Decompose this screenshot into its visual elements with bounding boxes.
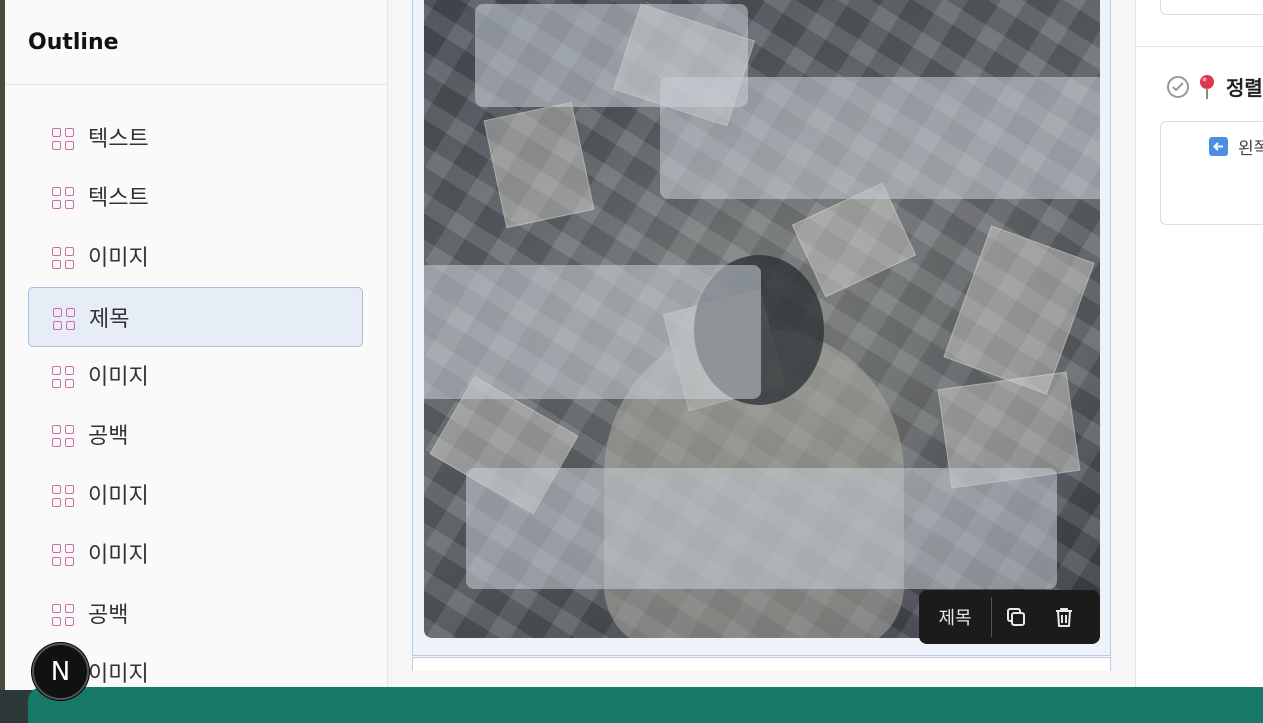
photo-paper xyxy=(943,225,1095,395)
outline-item-label: 텍스트 xyxy=(88,127,149,152)
copy-icon xyxy=(1007,608,1025,626)
align-section-heading: 정렬 xyxy=(1166,72,1263,101)
image-block[interactable] xyxy=(424,0,1100,638)
outline-item-label: 공백 xyxy=(88,603,129,628)
photo-paper xyxy=(791,182,917,298)
next-dev-badge[interactable]: N xyxy=(32,643,89,700)
outline-item[interactable]: 이미지 xyxy=(28,226,363,286)
badge-letter: N xyxy=(50,656,71,687)
outline-item[interactable]: 공백 xyxy=(28,404,363,464)
outline-item[interactable]: 이미지 xyxy=(28,464,363,524)
align-left-label: 왼쪽 xyxy=(1238,139,1263,159)
align-options-box: 왼쪽 xyxy=(1160,121,1263,225)
block-toolbar: 제목 xyxy=(919,590,1100,644)
next-block-frame[interactable] xyxy=(412,657,1111,671)
block-type-label: 제목 xyxy=(938,608,972,629)
panel-divider xyxy=(1136,46,1263,47)
property-box xyxy=(1160,0,1263,15)
outline-title: Outline xyxy=(28,29,119,55)
outline-item-label: 이미지 xyxy=(88,484,149,509)
outline-item-label: 이미지 xyxy=(88,662,149,687)
skeleton-box xyxy=(466,468,1057,589)
outline-item-label: 이미지 xyxy=(88,365,149,390)
app-window: Outline 텍스트 텍스트 이미지 제목 이미지 공백 이미지 이미지 공백 이미지 N 제목 xyxy=(0,0,1263,723)
outline-panel: Outline 텍스트 텍스트 이미지 제목 이미지 공백 이미지 이미지 공백 이미지 xyxy=(5,0,388,690)
delete-button[interactable] xyxy=(1040,590,1088,644)
align-left-option[interactable]: 왼쪽 xyxy=(1209,134,1263,159)
trash-icon xyxy=(1056,608,1072,627)
outline-item-label: 제목 xyxy=(89,307,130,332)
outline-header: Outline xyxy=(5,0,387,85)
outline-item-label: 이미지 xyxy=(88,246,149,271)
block-grid-icon xyxy=(52,544,74,566)
left-arrow-icon xyxy=(1209,137,1228,156)
outline-item[interactable]: 텍스트 xyxy=(28,107,363,167)
block-grid-icon xyxy=(52,485,74,507)
block-grid-icon xyxy=(52,366,74,388)
block-grid-icon xyxy=(52,425,74,447)
pin-icon xyxy=(1200,74,1214,99)
duplicate-button[interactable] xyxy=(992,590,1040,644)
align-section-title: 정렬 xyxy=(1226,76,1263,100)
skeleton-box xyxy=(660,77,1100,199)
outline-item[interactable]: 공백 xyxy=(28,583,363,643)
skeleton-box xyxy=(424,265,761,399)
properties-panel: 정렬 왼쪽 xyxy=(1135,0,1263,690)
outline-item[interactable]: 이미지 xyxy=(28,523,363,583)
outline-item-label: 텍스트 xyxy=(88,186,149,211)
outline-item-label: 이미지 xyxy=(88,543,149,568)
check-circle-icon xyxy=(1167,75,1189,98)
outline-item[interactable]: 이미지 xyxy=(28,345,363,405)
block-grid-icon xyxy=(53,308,75,330)
editor-canvas: 제목 xyxy=(388,0,1135,690)
bottom-status-bar xyxy=(28,687,1263,723)
outline-item-label: 공백 xyxy=(88,424,129,449)
outline-item[interactable]: 제목 xyxy=(28,287,363,347)
block-grid-icon xyxy=(52,604,74,626)
block-grid-icon xyxy=(52,128,74,150)
block-grid-icon xyxy=(52,247,74,269)
outline-item[interactable]: 텍스트 xyxy=(28,166,363,226)
block-grid-icon xyxy=(52,187,74,209)
photo-paper xyxy=(483,101,595,229)
